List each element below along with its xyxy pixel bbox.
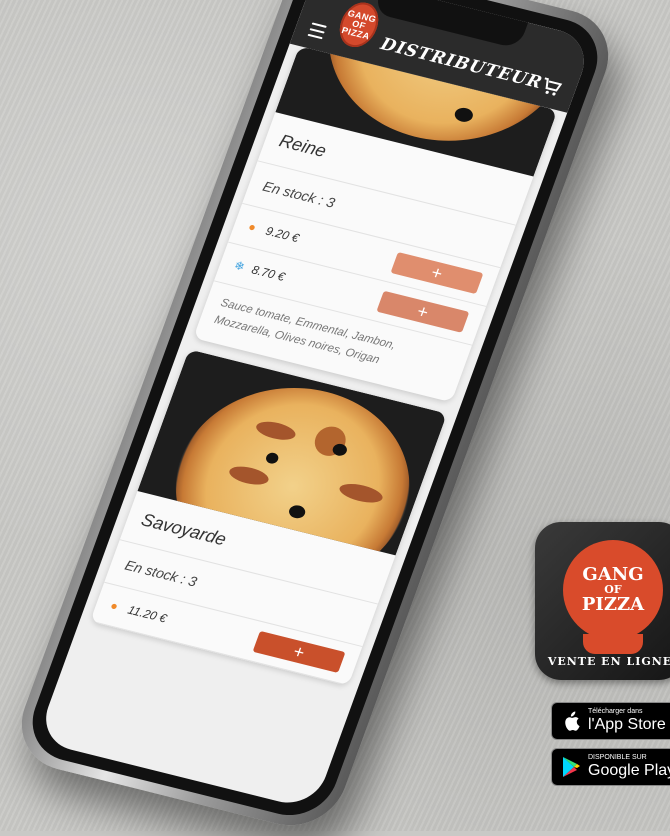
app-store-big: l'App Store (588, 716, 666, 733)
app-icon-seal: GANG OF PIZZA (563, 540, 663, 640)
app-store-small: Télécharger dans (588, 708, 643, 715)
seal-drip (583, 634, 643, 654)
menu-icon[interactable] (307, 22, 328, 40)
cart-icon[interactable] (538, 76, 564, 98)
app-store-badge[interactable]: Télécharger dans l'App Store (551, 702, 670, 740)
app-icon-caption: VENTE EN LIGNE (547, 655, 670, 668)
logo-text-3: PIZZA (340, 24, 372, 41)
google-play-badge[interactable]: DISPONIBLE SUR Google Play (551, 748, 670, 786)
app-icon[interactable]: GANG OF PIZZA VENTE EN LIGNE (535, 522, 670, 680)
google-play-big: Google Play (588, 762, 670, 779)
google-play-icon (560, 756, 582, 778)
brand-logo[interactable]: GANG OF PIZZA (333, 0, 384, 51)
seal-text-1: GANG (582, 564, 644, 585)
seal-text-3: PIZZA (581, 594, 645, 615)
apple-icon (560, 710, 582, 732)
google-play-small: DISPONIBLE SUR (588, 754, 647, 761)
